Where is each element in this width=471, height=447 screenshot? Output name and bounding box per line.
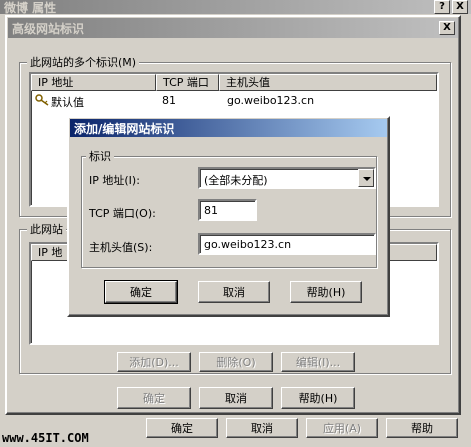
- edit-cancel-button[interactable]: 取消: [198, 281, 270, 303]
- edit-help-button[interactable]: 帮助(H): [290, 281, 362, 303]
- row-ip: 默认值: [51, 96, 84, 109]
- advanced-title-bar[interactable]: 高级网站标识: [8, 18, 458, 38]
- ip-address-label: IP 地址(I):: [89, 174, 140, 187]
- advanced-ok-button[interactable]: 确定: [117, 387, 191, 409]
- outer-ok-button[interactable]: 确定: [146, 418, 218, 438]
- identities-group-label: 此网站的多个标识(M): [27, 54, 140, 70]
- add-button[interactable]: 添加(D)...: [117, 352, 191, 372]
- column-ip[interactable]: IP 地址: [31, 74, 156, 91]
- chevron-down-icon[interactable]: [358, 169, 374, 187]
- column-port[interactable]: TCP 端口: [156, 74, 219, 91]
- tcp-port-label: TCP 端口(O):: [89, 207, 156, 220]
- outer-help-text-button[interactable]: 帮助: [386, 418, 458, 438]
- remove-button[interactable]: 删除(O): [199, 352, 273, 372]
- edit-button[interactable]: 编辑(I)...: [281, 352, 355, 372]
- edit-title-bar[interactable]: 添加/编辑网站标识: [70, 119, 387, 137]
- identity-group-label: 标识: [86, 148, 114, 164]
- outer-help-button[interactable]: ?: [434, 0, 450, 14]
- column-host[interactable]: 主机头值: [219, 74, 437, 91]
- edit-title: 添加/编辑网站标识: [74, 121, 175, 136]
- host-header-value: go.weibo123.cn: [204, 238, 292, 251]
- ip-address-combo[interactable]: (全部未分配): [198, 167, 376, 189]
- host-header-input[interactable]: go.weibo123.cn: [198, 233, 376, 255]
- table-row[interactable]: 默认值 81 go.weibo123.cn: [31, 93, 437, 109]
- edit-ok-button[interactable]: 确定: [104, 280, 178, 304]
- edit-identification-dialog: 添加/编辑网站标识 标识 IP 地址(I): (全部未分配) TCP 端口(O)…: [67, 116, 390, 317]
- watermark: www.45IT.COM: [2, 431, 89, 445]
- row-port: 81: [162, 94, 176, 107]
- tcp-port-input[interactable]: 81: [198, 199, 257, 221]
- outer-apply-button[interactable]: 应用(A): [306, 418, 378, 438]
- ip-address-value: (全部未分配): [204, 174, 268, 187]
- ssl-group-label: 此网站: [27, 221, 66, 237]
- outer-close-button[interactable]: X: [452, 0, 468, 14]
- advanced-help-button[interactable]: 帮助(H): [281, 387, 355, 409]
- advanced-cancel-button[interactable]: 取消: [199, 387, 273, 409]
- outer-title-bar[interactable]: 微博 属性: [0, 0, 471, 15]
- host-header-label: 主机头值(S):: [89, 241, 153, 254]
- outer-title: 微博 属性: [4, 0, 57, 15]
- key-icon: [35, 94, 51, 109]
- advanced-close-button[interactable]: X: [439, 21, 455, 35]
- tcp-port-value: 81: [204, 204, 218, 217]
- advanced-title: 高级网站标识: [12, 21, 85, 36]
- outer-cancel-button[interactable]: 取消: [226, 418, 298, 438]
- row-host: go.weibo123.cn: [227, 94, 315, 107]
